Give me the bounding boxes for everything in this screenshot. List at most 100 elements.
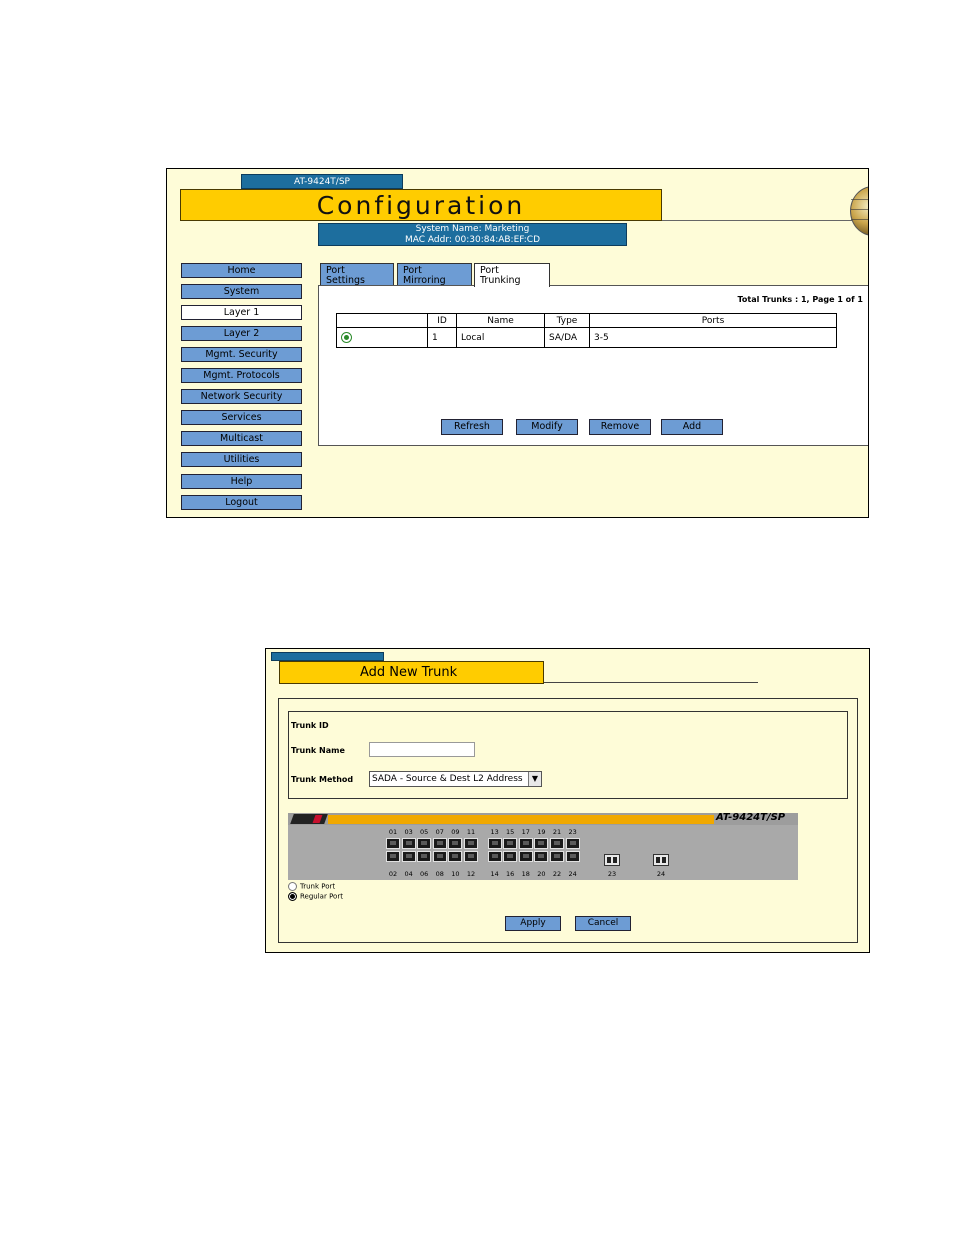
table-row[interactable]: 1 Local SA/DA 3-5 xyxy=(336,327,837,348)
port-number-label: 14 xyxy=(490,870,499,878)
switch-port[interactable] xyxy=(432,838,447,849)
radio-trunk-port[interactable] xyxy=(288,882,297,891)
switch-port[interactable] xyxy=(432,851,447,862)
port-number-label: 12 xyxy=(466,870,476,878)
column-header-name: Name xyxy=(456,313,545,328)
port-number-label: 18 xyxy=(521,870,530,878)
switch-stripe xyxy=(328,815,714,824)
sfp-port[interactable] xyxy=(604,854,620,866)
legend-regular-port[interactable]: Regular Port xyxy=(288,892,343,901)
system-name: System Name: Marketing xyxy=(415,224,530,234)
add-new-trunk-window: Add New Trunk Trunk ID Trunk Name Trunk … xyxy=(265,648,870,953)
refresh-button[interactable]: Refresh xyxy=(441,419,503,435)
divider xyxy=(662,220,868,221)
trunk-name-input[interactable] xyxy=(369,742,475,757)
tab-port-mirroring[interactable]: Port Mirroring xyxy=(397,263,472,286)
allied-telesyn-logo-icon xyxy=(290,814,328,824)
switch-port[interactable] xyxy=(518,851,533,862)
switch-port[interactable] xyxy=(550,851,564,862)
radio-regular-port[interactable] xyxy=(288,892,297,901)
cell-ports: 3-5 xyxy=(589,327,837,348)
switch-port[interactable] xyxy=(448,851,463,862)
window-tab xyxy=(271,652,384,661)
row-select-cell[interactable] xyxy=(336,327,428,348)
remove-button[interactable]: Remove xyxy=(589,419,651,435)
switch-port[interactable] xyxy=(417,838,432,849)
port-number-label: 21 xyxy=(552,828,562,836)
switch-port[interactable] xyxy=(534,838,549,849)
trunk-form: Trunk ID Trunk Name Trunk Method SADA - … xyxy=(288,711,848,799)
add-button[interactable]: Add xyxy=(661,419,723,435)
cell-id: 1 xyxy=(427,327,457,348)
switch-port[interactable] xyxy=(503,838,518,849)
configuration-window: AT-9424T/SP Configuration System Name: M… xyxy=(166,168,869,518)
total-trunks-status: Total Trunks : 1, Page 1 of 1 xyxy=(737,295,863,304)
switch-port[interactable] xyxy=(401,851,416,862)
trunk-content-panel: Total Trunks : 1, Page 1 of 1 ID Name Ty… xyxy=(318,285,868,446)
sfp-port[interactable] xyxy=(653,854,669,866)
nav-system[interactable]: System xyxy=(181,284,302,299)
sfp-number-label: 24 xyxy=(656,870,666,878)
nav-mgmt-protocols[interactable]: Mgmt. Protocols xyxy=(181,368,302,383)
legend-label: Regular Port xyxy=(300,892,343,901)
switch-port[interactable] xyxy=(565,851,580,862)
port-number-label: 09 xyxy=(451,828,460,836)
switch-port[interactable] xyxy=(487,851,502,862)
add-trunk-frame: Trunk ID Trunk Name Trunk Method SADA - … xyxy=(278,698,858,943)
switch-port[interactable] xyxy=(464,851,478,862)
divider xyxy=(544,682,758,683)
cell-type: SA/DA xyxy=(544,327,590,348)
port-number-label: 19 xyxy=(537,828,546,836)
column-header-id: ID xyxy=(427,313,457,328)
switch-port[interactable] xyxy=(518,838,533,849)
port-number-label: 16 xyxy=(506,870,515,878)
port-number-label: 02 xyxy=(388,870,398,878)
nav-logout[interactable]: Logout xyxy=(181,495,302,510)
modify-button[interactable]: Modify xyxy=(516,419,578,435)
table-header-row: ID Name Type Ports xyxy=(336,313,837,328)
tab-port-settings[interactable]: Port Settings xyxy=(320,263,394,286)
switch-port[interactable] xyxy=(503,851,518,862)
cell-name: Local xyxy=(456,327,545,348)
port-number-label: 22 xyxy=(552,870,562,878)
nav-mgmt-security[interactable]: Mgmt. Security xyxy=(181,347,302,362)
switch-model-label: AT-9424T/SP xyxy=(716,812,786,823)
trunk-method-select[interactable]: SADA - Source & Dest L2 Address ▼ xyxy=(369,771,542,787)
switch-port[interactable] xyxy=(550,838,564,849)
chevron-down-icon[interactable]: ▼ xyxy=(528,772,541,786)
switch-port[interactable] xyxy=(464,838,478,849)
switch-port[interactable] xyxy=(487,838,502,849)
cancel-button[interactable]: Cancel xyxy=(575,916,631,931)
switch-port[interactable] xyxy=(401,838,416,849)
nav-multicast[interactable]: Multicast xyxy=(181,431,302,446)
add-trunk-title: Add New Trunk xyxy=(279,661,544,684)
nav-home[interactable]: Home xyxy=(181,263,302,278)
port-number-label: 20 xyxy=(537,870,546,878)
tab-port-trunking[interactable]: Port Trunking xyxy=(474,263,550,287)
switch-port[interactable] xyxy=(417,851,432,862)
nav-network-security[interactable]: Network Security xyxy=(181,389,302,404)
switch-port[interactable] xyxy=(565,838,580,849)
mac-address: MAC Addr: 00:30:84:AB:EF:CD xyxy=(405,235,540,245)
port-number-label: 11 xyxy=(466,828,476,836)
port-number-label: 01 xyxy=(388,828,398,836)
port-number-label: 17 xyxy=(521,828,530,836)
row-radio-button[interactable] xyxy=(341,332,352,343)
switch-port[interactable] xyxy=(448,838,463,849)
nav-services[interactable]: Services xyxy=(181,410,302,425)
model-tab: AT-9424T/SP xyxy=(241,174,403,189)
port-number-label: 03 xyxy=(404,828,413,836)
nav-layer-2[interactable]: Layer 2 xyxy=(181,326,302,341)
nav-help[interactable]: Help xyxy=(181,474,302,489)
apply-button[interactable]: Apply xyxy=(505,916,561,931)
port-number-label: 05 xyxy=(420,828,429,836)
switch-port[interactable] xyxy=(534,851,549,862)
legend-trunk-port[interactable]: Trunk Port xyxy=(288,882,335,891)
switch-header: AT-9424T/SP xyxy=(288,812,798,825)
nav-utilities[interactable]: Utilities xyxy=(181,452,302,467)
nav-layer-1[interactable]: Layer 1 xyxy=(181,305,302,320)
switch-port[interactable] xyxy=(386,838,400,849)
switch-port[interactable] xyxy=(386,851,400,862)
trunk-method-value: SADA - Source & Dest L2 Address xyxy=(372,774,523,784)
port-number-label: 07 xyxy=(435,828,444,836)
